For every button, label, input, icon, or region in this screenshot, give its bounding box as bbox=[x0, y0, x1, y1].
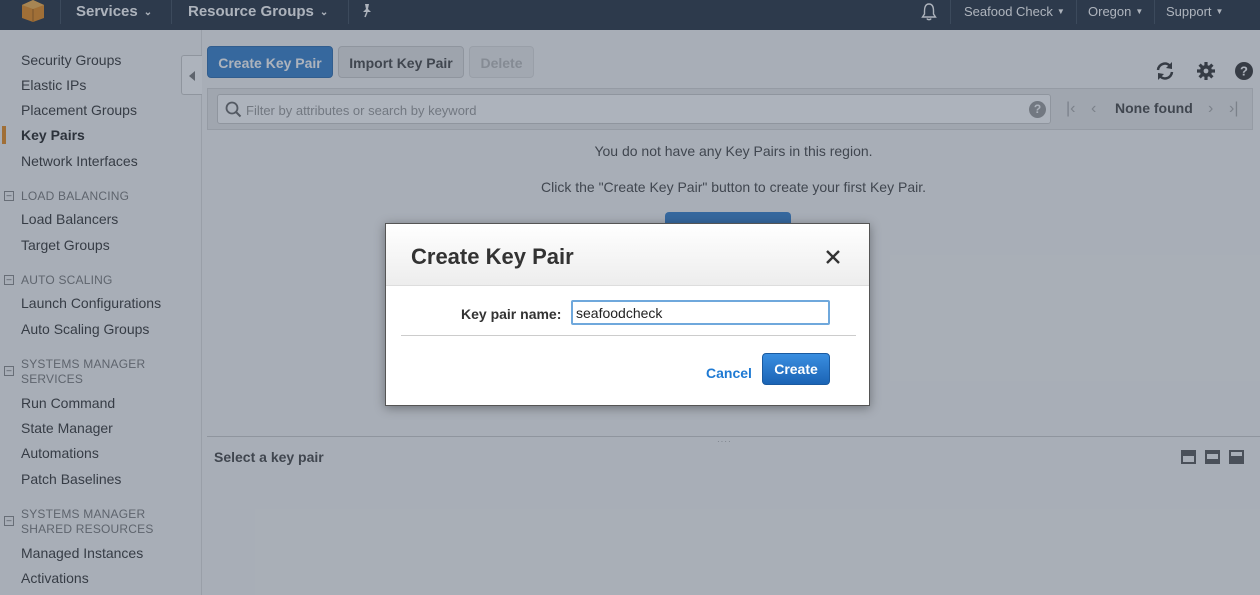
dialog-divider bbox=[401, 335, 856, 336]
close-icon[interactable] bbox=[824, 248, 842, 266]
dialog-header: Create Key Pair bbox=[386, 224, 869, 286]
key-pair-name-input[interactable] bbox=[571, 300, 830, 325]
dialog-title: Create Key Pair bbox=[411, 244, 574, 269]
create-button[interactable]: Create bbox=[762, 353, 830, 385]
create-key-pair-dialog: Create Key Pair Key pair name: Cancel Cr… bbox=[385, 223, 870, 406]
key-pair-name-label: Key pair name: bbox=[461, 306, 562, 322]
cancel-button[interactable]: Cancel bbox=[706, 365, 752, 381]
